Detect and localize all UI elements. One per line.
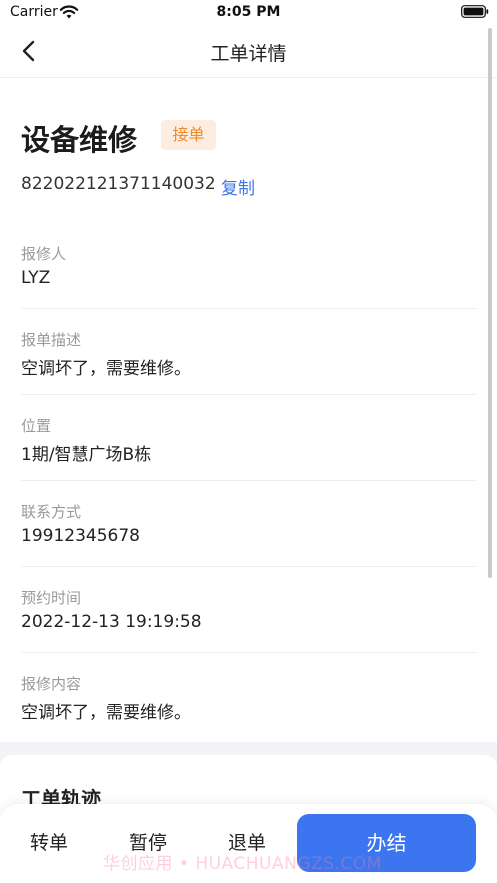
field-reporter: 报修人 LYZ (21, 222, 476, 308)
divider (21, 394, 476, 395)
field-value: 19912345678 (21, 526, 140, 546)
field-location: 位置 1期/智慧广场B栋 (21, 394, 476, 480)
field-value: 2022-12-13 19:19:58 (21, 612, 202, 632)
transfer-button[interactable]: 转单 (30, 828, 68, 855)
copy-button[interactable]: 复制 (221, 174, 255, 199)
action-bar: 转单 暂停 退单 办结 华创应用 • HUACHUANGZS.COM (0, 804, 497, 883)
divider (21, 480, 476, 481)
scrollbar[interactable] (488, 28, 492, 578)
nav-bar: 工单详情 (0, 26, 497, 78)
field-repair-content: 报修内容 空调坏了，需要维修。 (21, 652, 476, 738)
status-badge: 接单 (161, 120, 216, 150)
field-value: 1期/智慧广场B栋 (21, 445, 152, 465)
field-value: LYZ (21, 268, 51, 288)
field-label: 报修人 (21, 245, 67, 263)
field-label: 位置 (21, 417, 52, 435)
divider (21, 566, 476, 567)
field-appointment-time: 预约时间 2022-12-13 19:19:58 (21, 566, 476, 652)
status-bar: Carrier 8:05 PM (0, 0, 497, 26)
clock-time: 8:05 PM (216, 4, 281, 20)
order-title: 设备维修 (21, 123, 138, 157)
watermark: 华创应用 • HUACHUANGZS.COM (103, 854, 382, 874)
divider (21, 308, 476, 309)
field-value: 空调坏了，需要维修。 (21, 359, 191, 379)
field-contact: 联系方式 19912345678 (21, 480, 476, 566)
field-description: 报单描述 空调坏了，需要维修。 (21, 308, 476, 394)
field-label: 预约时间 (21, 589, 82, 607)
field-value: 空调坏了，需要维修。 (21, 703, 191, 723)
field-label: 联系方式 (21, 503, 82, 521)
order-number: 822022121371140032 (21, 174, 216, 194)
field-label: 报单描述 (21, 331, 82, 349)
divider (21, 652, 476, 653)
page-title: 工单详情 (210, 43, 287, 65)
order-detail-card: 设备维修 接单 822022121371140032 复制 报修人 LYZ 报单… (0, 78, 497, 742)
field-label: 报修内容 (21, 675, 82, 693)
battery-icon (461, 5, 489, 18)
